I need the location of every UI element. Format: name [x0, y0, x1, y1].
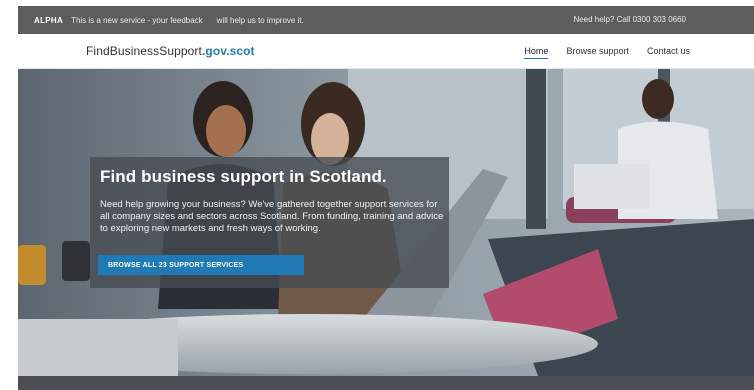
alpha-banner: ALPHA This is a new service - your feedb… — [18, 6, 754, 34]
hero-description: Need help growing your business? We've g… — [100, 199, 444, 234]
alpha-message: This is a new service - your feedback — [71, 15, 203, 25]
hero-title: Find business support in Scotland. — [100, 167, 387, 186]
site-header: FindBusinessSupport.gov.scot Home Browse… — [18, 34, 754, 69]
main-nav: Home Browse support Contact us — [506, 46, 690, 59]
help-phone: Need help? Call 0300 303 0660 — [573, 15, 686, 24]
site-logo[interactable]: FindBusinessSupport.gov.scot — [86, 44, 255, 58]
nav-browse-support[interactable]: Browse support — [566, 46, 629, 59]
nav-home[interactable]: Home — [524, 46, 549, 59]
browse-all-button[interactable]: BROWSE ALL 23 SUPPORT SERVICES — [98, 255, 304, 275]
logo-main: FindBusinessSupport — [86, 44, 202, 58]
nav-contact-us[interactable]: Contact us — [647, 46, 690, 59]
page-footer-strip — [18, 376, 754, 390]
feedback-link[interactable]: will help us to improve it. — [217, 16, 304, 25]
hero-image: Find business support in Scotland. Need … — [18, 69, 754, 376]
hero-panel: Find business support in Scotland. Need … — [90, 157, 449, 288]
logo-domain: .gov.scot — [201, 44, 255, 58]
page: ALPHA This is a new service - your feedb… — [18, 6, 754, 390]
alpha-tag: ALPHA — [34, 15, 64, 25]
